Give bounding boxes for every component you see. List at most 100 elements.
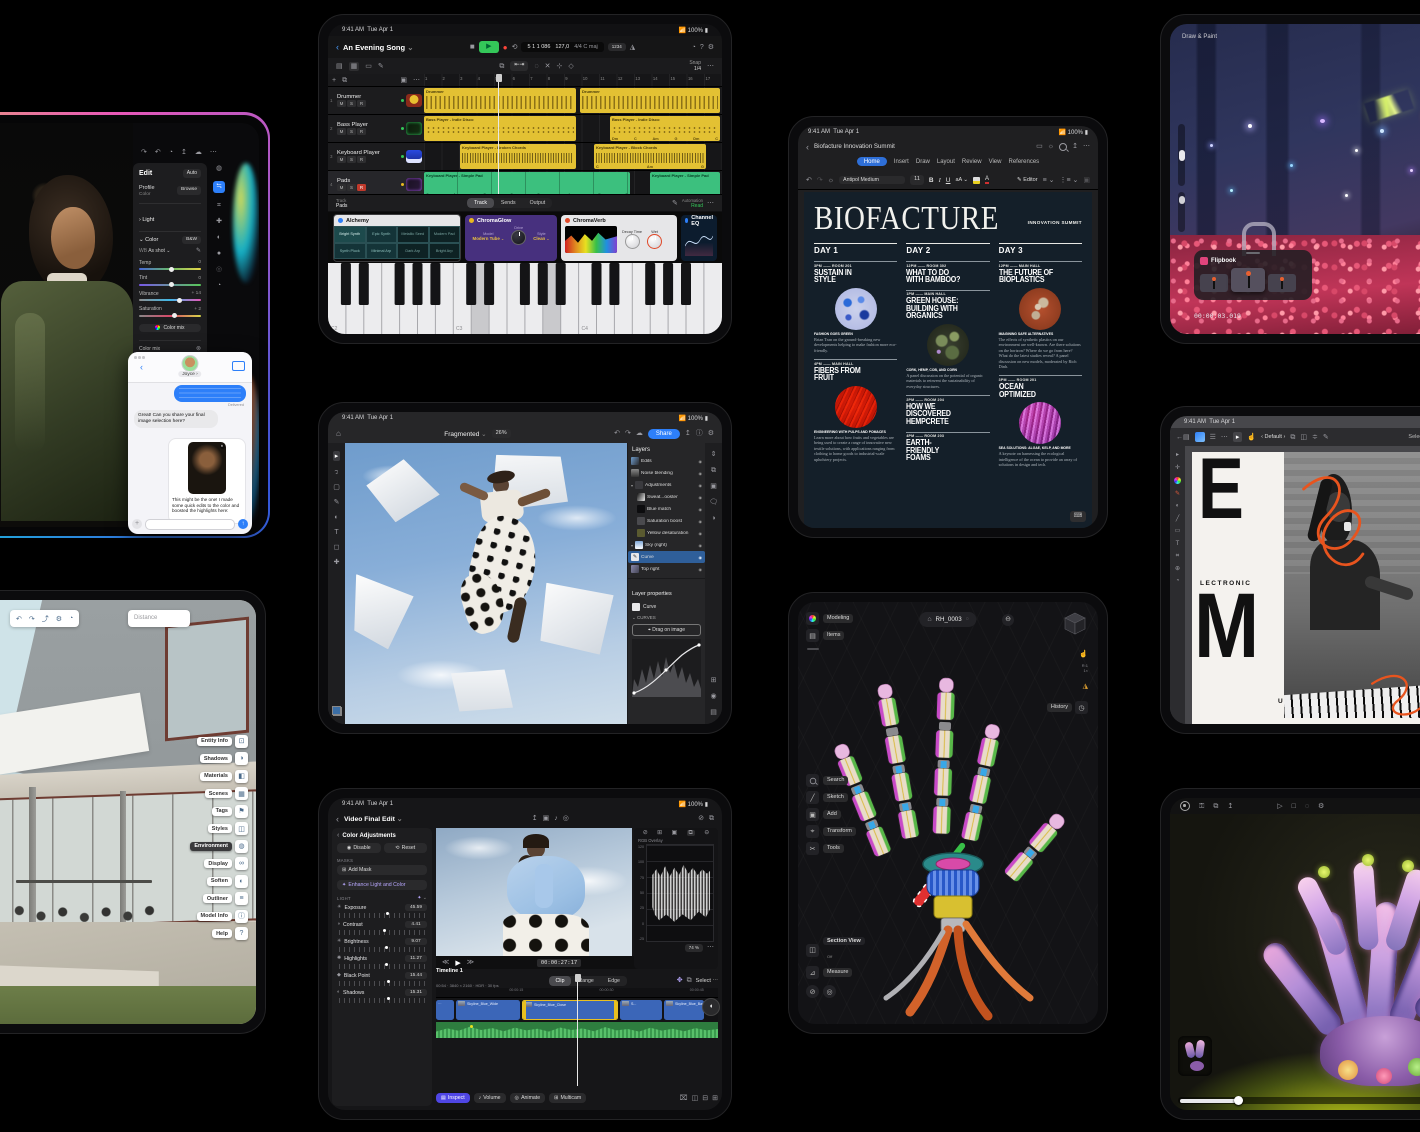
versions-icon[interactable]: ◔: [217, 282, 221, 289]
visibility-icon[interactable]: ◉: [699, 483, 703, 488]
drag-handle[interactable]: [1246, 252, 1260, 254]
layer-row[interactable]: Saturation boost◉: [628, 515, 705, 527]
contact-name[interactable]: Joyce ›: [178, 371, 201, 377]
preset-cell[interactable]: Bright Synth: [334, 226, 366, 243]
region-drummer-a[interactable]: Drummer: [424, 88, 576, 113]
visibility-icon[interactable]: ◉: [699, 531, 703, 536]
home-icon[interactable]: ⌂: [927, 616, 931, 623]
layer-row[interactable]: Sweat...ooster◉: [628, 491, 705, 503]
shape-tool-icon[interactable]: ◻: [334, 544, 340, 551]
layer-row[interactable]: Yellow desaturation◉: [628, 527, 705, 539]
export-icon[interactable]: ⤴: [42, 614, 49, 624]
preset-cell[interactable]: Synth Pluck: [334, 243, 366, 260]
preset-cell[interactable]: Metallic Seed: [397, 226, 429, 243]
scope-image-icon[interactable]: ▣: [672, 830, 678, 836]
scope-grid-icon[interactable]: ⊞: [657, 830, 662, 836]
scene-object-preview[interactable]: [1178, 1036, 1212, 1076]
brush-opacity-slider[interactable]: [1178, 192, 1185, 232]
share-icon[interactable]: ↥: [1072, 143, 1078, 150]
section-view-label[interactable]: Section ViewOff: [823, 937, 865, 963]
node-tool-icon[interactable]: ☝: [1247, 434, 1256, 441]
layer-row[interactable]: Top right◉: [628, 563, 705, 575]
zoom-level[interactable]: 26%: [492, 429, 511, 438]
more-icon[interactable]: ⋯: [210, 149, 217, 156]
back-icon[interactable]: ‹: [336, 814, 339, 824]
more-icon[interactable]: ⋯: [413, 77, 420, 84]
highlight-button[interactable]: [973, 177, 980, 184]
play-button[interactable]: ▶: [479, 41, 499, 53]
slider-temp[interactable]: Temp0: [139, 260, 201, 271]
doc-title[interactable]: Biofacture Innovation Summit: [814, 143, 895, 150]
visibility-icon[interactable]: ◉: [699, 567, 703, 572]
automation-state[interactable]: AutomationRead: [682, 198, 703, 209]
light-section[interactable]: › Light: [139, 217, 154, 223]
snap-setting[interactable]: Snap1/4: [689, 60, 701, 72]
text-tool-icon[interactable]: T: [1176, 541, 1180, 547]
solo-button[interactable]: S: [347, 128, 356, 135]
panel-entity-info[interactable]: Entity Info⊡: [128, 735, 248, 748]
tracks-view-icon[interactable]: ▤: [336, 63, 343, 70]
fade-icon[interactable]: ⊹: [556, 63, 562, 70]
curves-histogram[interactable]: [632, 639, 701, 697]
format-painter-icon[interactable]: ☼: [828, 177, 834, 184]
rec-button[interactable]: R: [357, 128, 366, 135]
plugin-chromaglow[interactable]: ChromaGlow ModelModern Tube ⌄ Drive Styl…: [465, 215, 557, 261]
redo-icon[interactable]: ↷: [817, 177, 823, 184]
flip-icon[interactable]: ◫: [1300, 434, 1307, 441]
wet-knob[interactable]: Wet: [647, 230, 662, 250]
editor-view-icon[interactable]: ▭: [365, 63, 372, 70]
bw-button[interactable]: B&W: [182, 236, 201, 244]
append-right-icon[interactable]: ⊞: [712, 1095, 718, 1102]
file-pill[interactable]: ⌂ RH_0003 ◌: [919, 612, 976, 627]
menu-icon[interactable]: ☰: [1210, 434, 1216, 441]
enhance-button[interactable]: ✦ Enhance Light and Color: [337, 880, 427, 890]
footer-tabs[interactable]: TrackSendsOutput: [467, 198, 552, 208]
dismiss-keyboard-button[interactable]: ⌨: [1070, 511, 1086, 522]
history-button[interactable]: History: [1047, 703, 1072, 712]
tab-references[interactable]: References: [1008, 159, 1039, 165]
layer-row[interactable]: Blue match◉: [628, 503, 705, 515]
add-track-icon[interactable]: +: [332, 77, 336, 84]
slider-contrast[interactable]: ◑Contrast4.41: [337, 921, 427, 935]
transform-icon[interactable]: ⌖: [806, 825, 819, 838]
visibility-icon[interactable]: ◉: [699, 471, 703, 476]
piano-keyboard[interactable]: C2 C3 C4: [328, 263, 722, 334]
render-target-icon[interactable]: [1180, 801, 1190, 811]
healing-icon[interactable]: ✚: [216, 218, 222, 225]
zoom-tool-icon[interactable]: ⊕: [1175, 566, 1180, 572]
undo-icon[interactable]: ↶: [155, 149, 161, 156]
preset-cell[interactable]: Dark Arp: [397, 243, 429, 260]
copy-icon[interactable]: ⧉: [499, 63, 504, 70]
append-left-icon[interactable]: ⊟: [702, 1095, 708, 1102]
slider-exposure[interactable]: ☀Exposure45.59: [337, 904, 427, 918]
more-icon[interactable]: ⋯: [707, 200, 714, 207]
play-icon[interactable]: ▶: [455, 959, 460, 967]
bar-ruler[interactable]: 1234567891011121314151617: [424, 74, 722, 87]
comment-icon[interactable]: 🗨: [709, 499, 718, 506]
tab-draw[interactable]: Draw: [916, 159, 930, 165]
tab-view[interactable]: View: [989, 159, 1002, 165]
plugin-chromaverb[interactable]: ChromaVerb Decay Time Wet: [561, 215, 677, 261]
visibility-icon[interactable]: ◉: [699, 495, 703, 500]
settings-icon[interactable]: ⚙: [708, 430, 714, 437]
hide-tracks-icon[interactable]: ▣: [400, 77, 407, 84]
tab-home[interactable]: Home: [857, 157, 887, 166]
expand-icon[interactable]: ✕: [220, 444, 225, 449]
lens-icon[interactable]: ◎: [216, 266, 222, 273]
voiceover-icon[interactable]: ♪: [554, 815, 558, 822]
ideas-icon[interactable]: ☼: [1048, 143, 1054, 150]
clip-options-button[interactable]: ◖: [702, 998, 720, 1016]
track-stack-icon[interactable]: ⧉: [342, 77, 347, 84]
browse-button[interactable]: Browse: [177, 186, 201, 194]
pen-icon[interactable]: ✎: [1323, 434, 1329, 441]
isolate-button[interactable]: ⊘: [806, 985, 819, 998]
adjustment-icon[interactable]: ◑: [711, 515, 715, 522]
align-icon[interactable]: ≑: [1312, 434, 1318, 441]
share-button[interactable]: Share: [648, 429, 680, 439]
mute-button[interactable]: M: [337, 184, 346, 191]
scope-overlay-icon[interactable]: ⧉: [687, 830, 695, 836]
info-icon[interactable]: ⓘ: [696, 430, 703, 437]
scope-off-icon[interactable]: ⊘: [643, 830, 648, 836]
record-icon[interactable]: ◎: [563, 815, 569, 822]
slider-shadows[interactable]: ◐Shadows15.31: [337, 989, 427, 1003]
